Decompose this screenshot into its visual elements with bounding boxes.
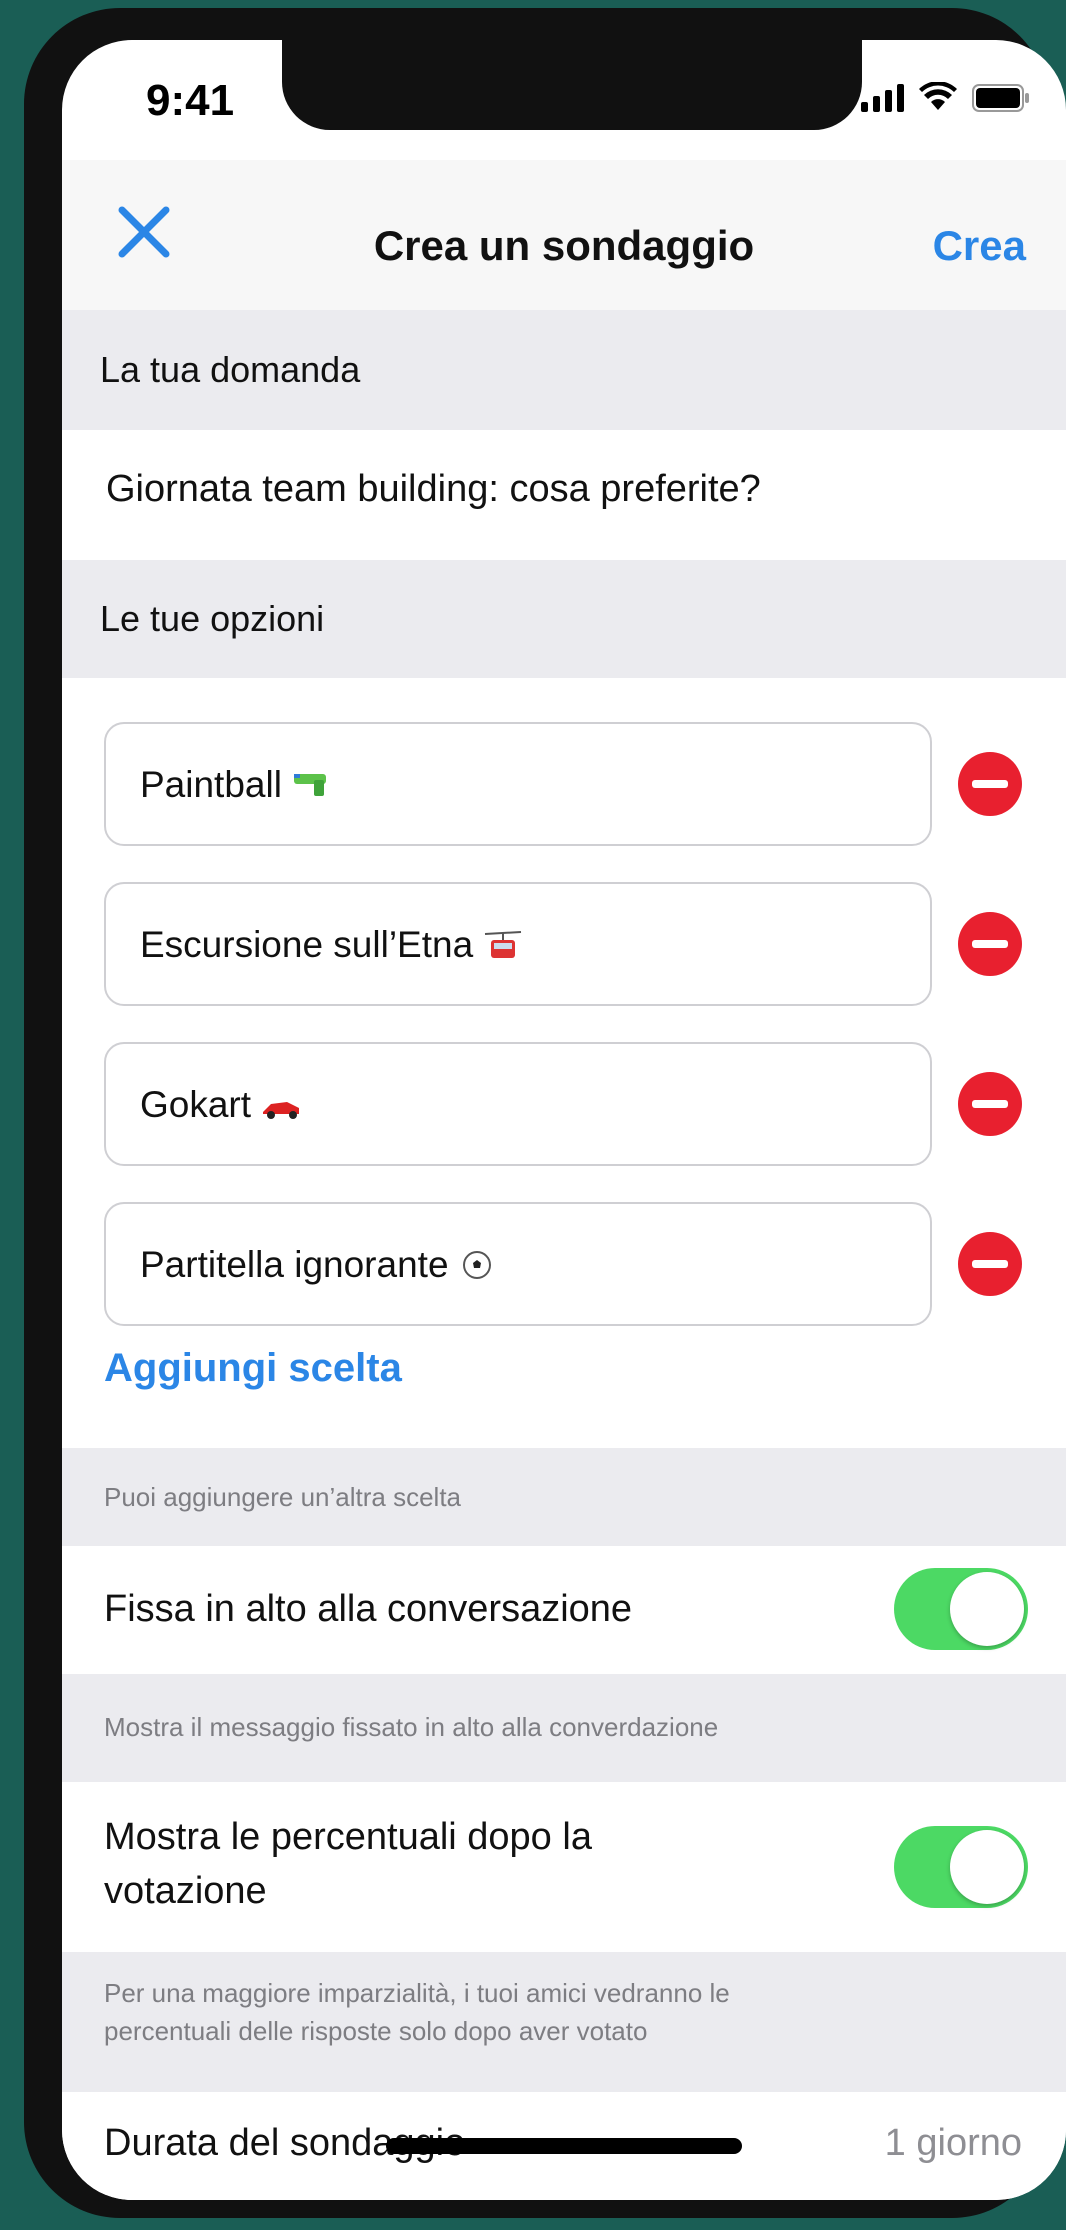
option-text: Paintball (140, 764, 282, 805)
percentages-setting-hint: Per una maggiore imparzialità, i tuoi am… (62, 1952, 1066, 2092)
duration-value: 1 giorno (884, 2122, 1022, 2164)
percentages-label-line1: Mostra le percentuali dopo la (104, 1816, 592, 1858)
option-field[interactable]: Paintball (104, 722, 932, 846)
soccer-ball-icon (462, 1251, 491, 1279)
option-field[interactable]: Partitella ignorante (104, 1202, 932, 1326)
home-indicator (386, 2138, 742, 2154)
status-icons (861, 82, 1030, 112)
add-choice-hint: Puoi aggiungere un’altra scelta (62, 1448, 1066, 1546)
racing-car-icon (263, 1102, 300, 1119)
option-field[interactable]: Gokart (104, 1042, 932, 1166)
phone-screen: 9:41 Crea un sondaggio Crea La tua doman… (62, 40, 1066, 2200)
create-button[interactable]: Crea (933, 222, 1026, 270)
option-text: Partitella ignorante (140, 1244, 449, 1285)
add-choice-button[interactable]: Aggiungi scelta (104, 1346, 402, 1391)
percentages-hint-line1: Per una maggiore imparzialità, i tuoi am… (104, 1978, 730, 2008)
option-label-row: Gokart (140, 1084, 301, 1126)
wifi-icon (918, 82, 958, 112)
cellular-signal-icon (861, 82, 904, 112)
status-time: 9:41 (146, 76, 235, 125)
option-label-row: Partitella ignorante (140, 1244, 499, 1286)
option-text: Gokart (140, 1084, 252, 1125)
question-row[interactable]: Giornata team building: cosa preferite? (62, 430, 1066, 560)
page-title: Crea un sondaggio (373, 222, 755, 269)
question-section-header: La tua domanda (62, 310, 1066, 430)
option-label-row: Escursione sull’Etna (140, 924, 523, 966)
navigation-bar: Crea un sondaggio Crea (62, 160, 1066, 310)
pin-setting-row: Fissa in alto alla conversazione (62, 1546, 1066, 1674)
option-field[interactable]: Escursione sull’Etna (104, 882, 932, 1006)
options-section-header: Le tue opzioni (62, 560, 1066, 678)
option-text: Escursione sull’Etna (140, 924, 474, 965)
percentages-setting-label: Mostra le percentuali dopo la votazione (104, 1810, 592, 1918)
remove-option-button[interactable] (958, 912, 1022, 976)
remove-option-button[interactable] (958, 1072, 1022, 1136)
pin-setting-hint: Mostra il messaggio fissato in alto alla… (62, 1674, 1066, 1782)
percentages-setting-row: Mostra le percentuali dopo la votazione (62, 1782, 1066, 1952)
remove-option-button[interactable] (958, 752, 1022, 816)
pin-toggle[interactable] (894, 1568, 1028, 1650)
pin-setting-label: Fissa in alto alla conversazione (104, 1588, 633, 1630)
question-input[interactable]: Giornata team building: cosa preferite? (106, 468, 761, 511)
battery-icon (972, 84, 1030, 112)
notch (282, 40, 862, 130)
aerial-tramway-icon (485, 931, 522, 958)
remove-option-button[interactable] (958, 1232, 1022, 1296)
water-pistol-icon (293, 774, 326, 796)
percentages-toggle[interactable] (894, 1826, 1028, 1908)
option-label-row: Paintball (140, 764, 332, 806)
percentages-label-line2: votazione (104, 1870, 267, 1912)
percentages-hint-line2: percentuali delle risposte solo dopo ave… (104, 2016, 648, 2046)
